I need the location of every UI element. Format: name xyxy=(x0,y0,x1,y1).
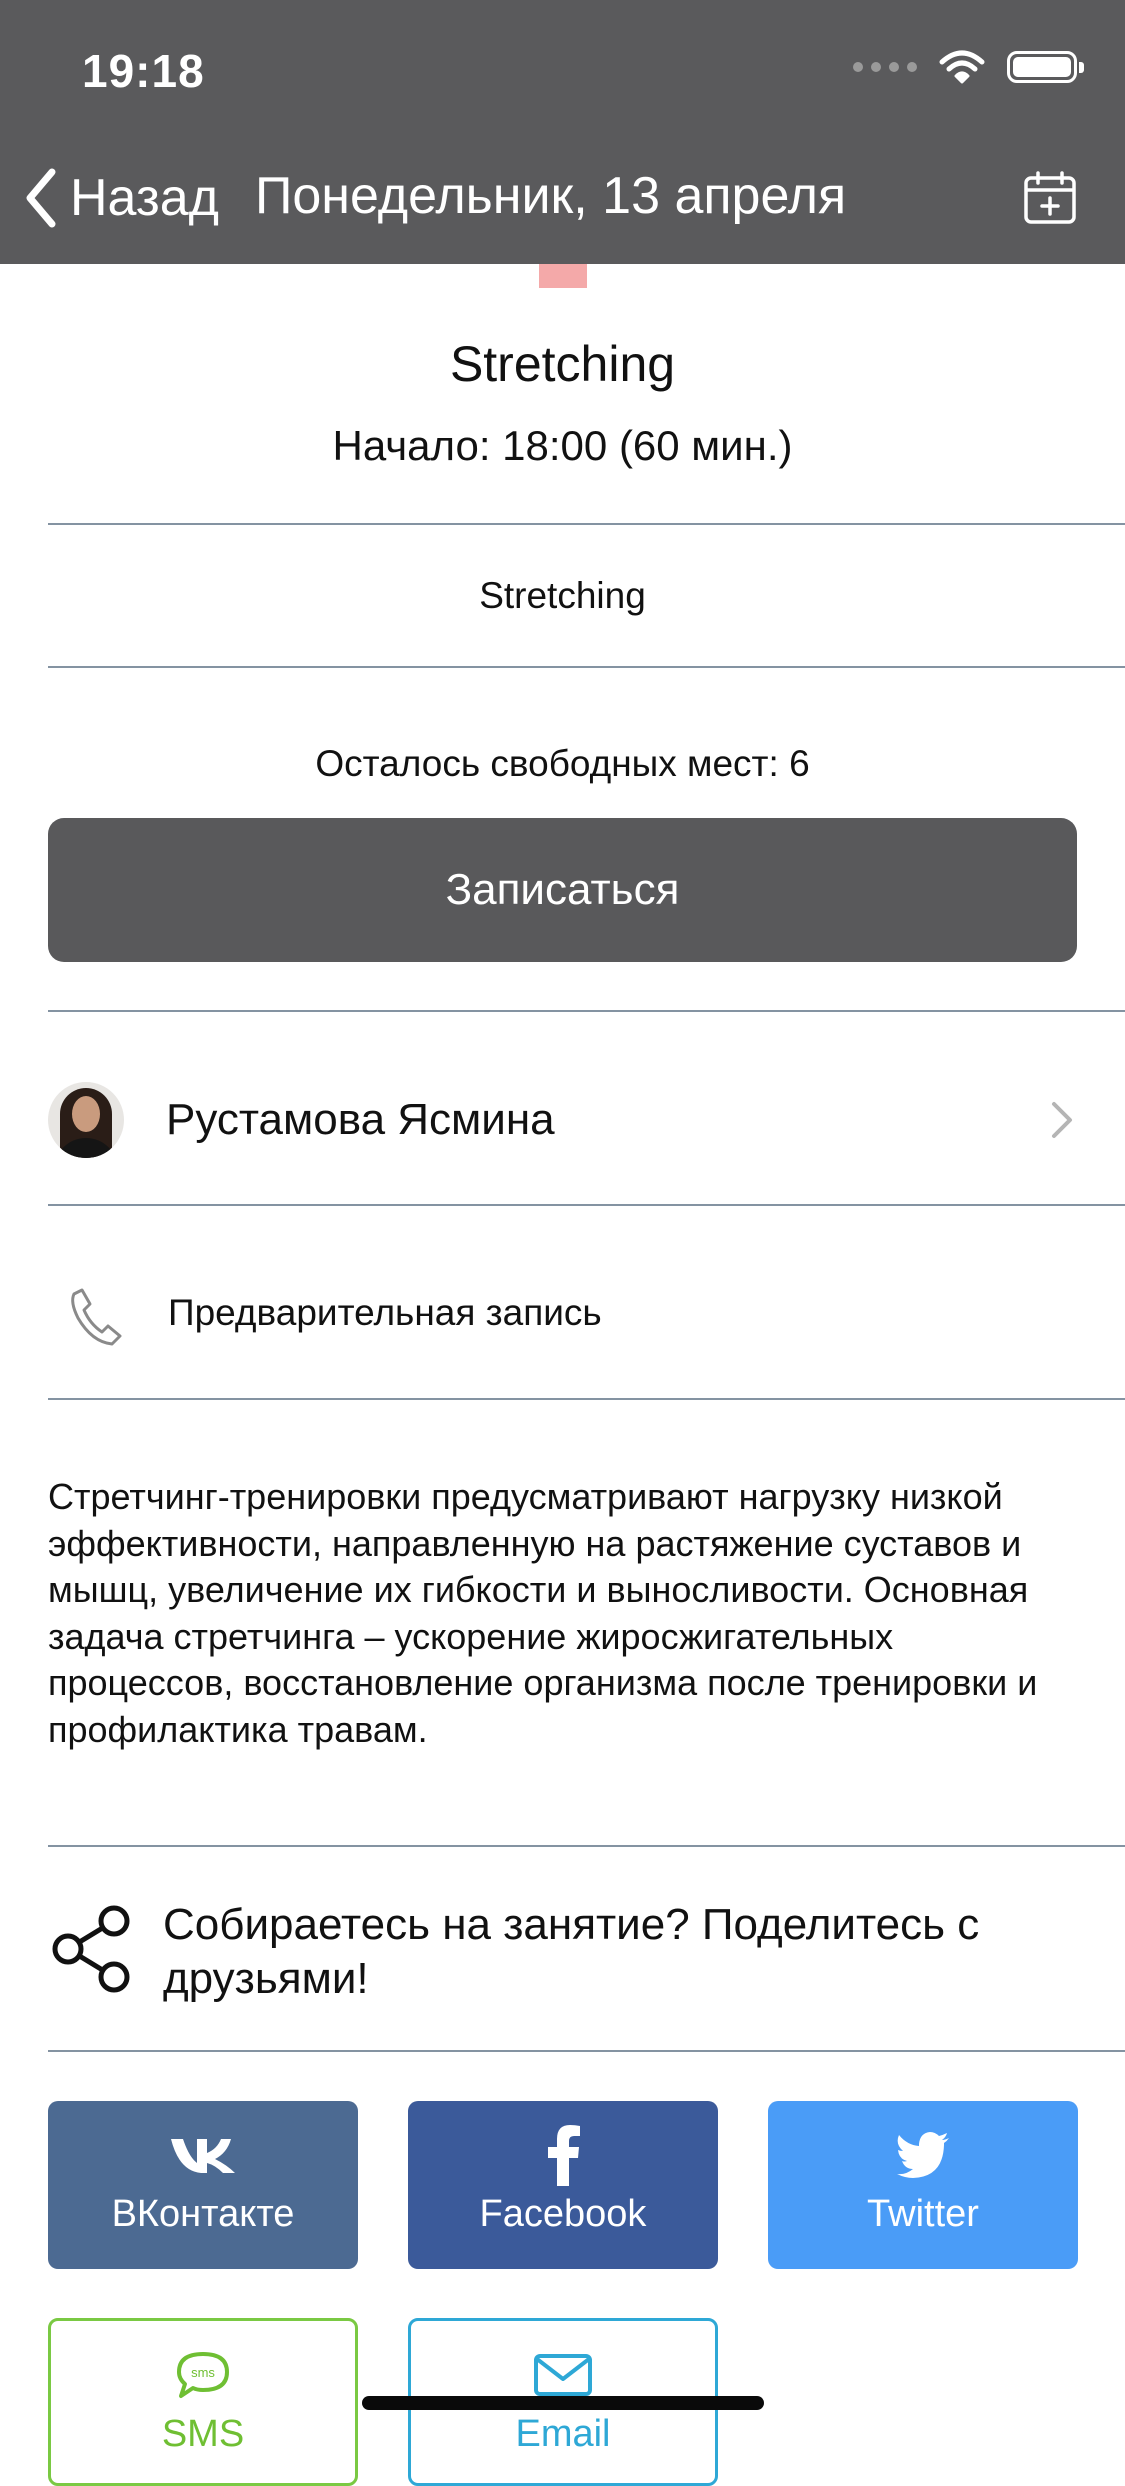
wifi-icon xyxy=(939,50,985,84)
class-color-marker xyxy=(539,264,587,288)
sms-icon: sms xyxy=(177,2352,229,2398)
share-facebook-button[interactable]: Facebook xyxy=(408,2101,718,2269)
back-button[interactable]: Назад xyxy=(24,162,219,234)
share-facebook-label: Facebook xyxy=(479,2193,647,2235)
share-email-label: Email xyxy=(515,2413,611,2455)
facebook-icon xyxy=(548,2125,580,2186)
divider xyxy=(48,1010,1125,1012)
email-icon xyxy=(534,2354,592,2396)
divider xyxy=(48,1845,1125,1847)
share-icon xyxy=(52,1905,130,1993)
home-indicator[interactable] xyxy=(362,2396,764,2410)
share-twitter-label: Twitter xyxy=(867,2193,979,2235)
class-category: Stretching xyxy=(479,575,646,616)
share-sms-label: SMS xyxy=(161,2413,245,2455)
divider xyxy=(48,1398,1125,1400)
free-seats-text: Осталось свободных мест: 6 xyxy=(315,743,810,784)
share-vk-button[interactable]: ВКонтакте xyxy=(48,2101,358,2269)
chevron-left-icon xyxy=(26,168,56,228)
divider xyxy=(48,2050,1125,2052)
pre-booking-label: Предварительная запись xyxy=(168,1292,602,1333)
class-start-time: Начало: 18:00 (60 мин.) xyxy=(332,422,793,469)
class-description: Стретчинг-тренировки предусматривают наг… xyxy=(48,1476,1038,1750)
svg-text:sms: sms xyxy=(191,2365,215,2380)
share-vk-label: ВКонтакте xyxy=(111,2193,295,2235)
navigation-header: 19:18 Назад Понедельник, 13 апреля xyxy=(0,0,1125,264)
share-sms-button[interactable]: sms SMS xyxy=(48,2318,358,2486)
page-title: Понедельник, 13 апреля xyxy=(255,167,847,225)
chevron-right-icon xyxy=(1052,1102,1072,1138)
signal-icon xyxy=(853,62,917,72)
vk-icon xyxy=(171,2139,235,2173)
back-label: Назад xyxy=(70,169,219,227)
divider xyxy=(48,666,1125,668)
divider xyxy=(48,1204,1125,1206)
signup-button[interactable]: Записаться xyxy=(48,818,1077,962)
divider xyxy=(48,523,1125,525)
status-icons xyxy=(853,50,1084,84)
twitter-icon xyxy=(897,2132,949,2178)
phone-icon xyxy=(71,1288,122,1346)
trainer-name: Рустамова Ясмина xyxy=(166,1095,555,1144)
battery-icon xyxy=(1007,51,1084,83)
share-prompt: Собираетесь на занятие? Поделитесь с дру… xyxy=(163,1900,980,2003)
status-time: 19:18 xyxy=(82,45,205,97)
add-to-calendar-icon[interactable] xyxy=(1022,170,1078,226)
share-twitter-button[interactable]: Twitter xyxy=(768,2101,1078,2269)
avatar xyxy=(48,1082,124,1158)
class-title: Stretching xyxy=(449,336,676,392)
